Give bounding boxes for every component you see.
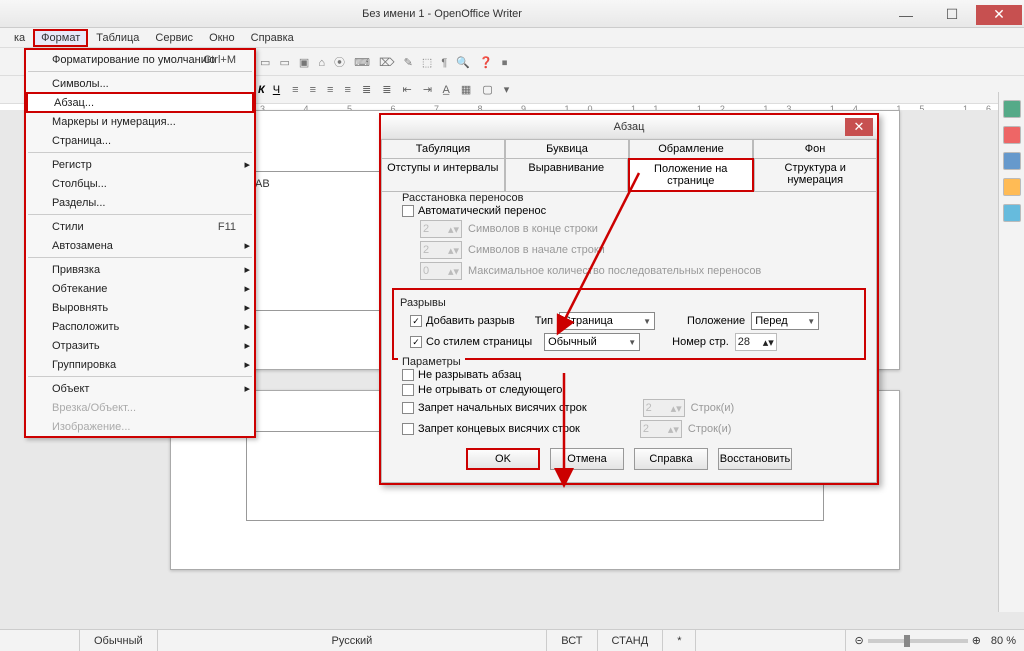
- page-style-select[interactable]: Обычный▼: [544, 333, 640, 351]
- page-text: АВ: [255, 178, 270, 190]
- menu-item-2[interactable]: Символы...: [26, 74, 254, 93]
- max-hyphen-spinner: 0▴▾: [420, 262, 462, 280]
- widow-checkbox[interactable]: Запрет концевых висячих строк: [402, 423, 580, 435]
- with-page-style-checkbox[interactable]: ✓Со стилем страницы: [410, 336, 532, 348]
- cancel-button[interactable]: Отмена: [550, 448, 624, 470]
- menu-tools[interactable]: Сервис: [147, 30, 201, 46]
- menubar: ка Формат Таблица Сервис Окно Справка: [0, 28, 1024, 48]
- status-insert: ВСТ: [547, 630, 597, 651]
- auto-hyphen-checkbox[interactable]: Автоматический перенос: [402, 205, 546, 217]
- menu-item-17[interactable]: Расположить▸: [26, 317, 254, 336]
- tab-Обрамление[interactable]: Обрамление: [629, 139, 753, 158]
- menu-item-19[interactable]: Группировка▸: [26, 355, 254, 374]
- zoom-slider[interactable]: [868, 639, 968, 643]
- status-standard: СТАНД: [598, 630, 664, 651]
- tab-Выравнивание[interactable]: Выравнивание: [505, 158, 629, 192]
- orphan-lines-spinner: 2▴▾: [643, 399, 685, 417]
- menu-item-12[interactable]: Автозамена▸: [26, 236, 254, 255]
- status-mod: *: [663, 630, 696, 651]
- menu-item-5[interactable]: Страница...: [26, 131, 254, 150]
- chars-start-spinner: 2▴▾: [420, 241, 462, 259]
- menu-help[interactable]: Справка: [243, 30, 302, 46]
- zoom-in-icon[interactable]: ⊕: [972, 634, 981, 647]
- menu-table[interactable]: Таблица: [88, 30, 147, 46]
- status-style: Обычный: [80, 630, 158, 651]
- orphan-checkbox[interactable]: Запрет начальных висячих строк: [402, 402, 587, 414]
- breaks-highlight: Разрывы ✓Добавить разрыв Тип Страница▼ П…: [392, 288, 866, 360]
- menu-item-11[interactable]: СтилиF11: [26, 217, 254, 236]
- menu-item-23: Изображение...: [26, 417, 254, 436]
- zoom-out-icon[interactable]: ⊝: [854, 634, 863, 647]
- menu-item-22: Врезка/Объект...: [26, 398, 254, 417]
- widow-lines-spinner: 2▴▾: [640, 420, 682, 438]
- format-dropdown: Форматирование по умолчаниюCtrl+M Символы…: [24, 48, 256, 438]
- insert-break-checkbox[interactable]: ✓Добавить разрыв: [410, 315, 515, 327]
- menu-item-18[interactable]: Отразить▸: [26, 336, 254, 355]
- window-titlebar: Без имени 1 - OpenOffice Writer — ☐ ✕: [0, 0, 1024, 28]
- ok-button[interactable]: OK: [466, 448, 540, 470]
- dialog-tabs-row1: ТабуляцияБуквицаОбрамлениеФон: [381, 139, 877, 158]
- menu-item-3[interactable]: Абзац...: [26, 92, 254, 113]
- window-title: Без имени 1 - OpenOffice Writer: [0, 8, 884, 20]
- chars-end-spinner: 2▴▾: [420, 220, 462, 238]
- sidebar-right: [998, 92, 1024, 612]
- break-type-select[interactable]: Страница▼: [559, 312, 655, 330]
- statusbar: Обычный Русский ВСТ СТАНД * ⊝ ⊕ 80 %: [0, 629, 1024, 651]
- menu-item-0[interactable]: Форматирование по умолчаниюCtrl+M: [26, 50, 254, 69]
- menu-item-9[interactable]: Разделы...: [26, 193, 254, 212]
- minimize-button[interactable]: —: [884, 5, 928, 25]
- tab-Отступы и интервалы[interactable]: Отступы и интервалы: [381, 158, 505, 192]
- tab-Фон[interactable]: Фон: [753, 139, 877, 158]
- menu-item-14[interactable]: Привязка▸: [26, 260, 254, 279]
- status-language: Русский: [158, 630, 548, 651]
- dialog-titlebar: Абзац ✕: [381, 115, 877, 139]
- tab-Структура и нумерация[interactable]: Структура и нумерация: [754, 158, 878, 192]
- keep-with-next-checkbox[interactable]: Не отрывать от следующего: [402, 384, 562, 396]
- reset-button[interactable]: Восстановить: [718, 448, 792, 470]
- tab-Табуляция[interactable]: Табуляция: [381, 139, 505, 158]
- menu-item-4[interactable]: Маркеры и нумерация...: [26, 112, 254, 131]
- tab-Буквица[interactable]: Буквица: [505, 139, 629, 158]
- keep-together-checkbox[interactable]: Не разрывать абзац: [402, 369, 521, 381]
- menu-item-16[interactable]: Выровнять▸: [26, 298, 254, 317]
- menu-item-15[interactable]: Обтекание▸: [26, 279, 254, 298]
- menu-window[interactable]: Окно: [201, 30, 243, 46]
- menu-format[interactable]: Формат: [33, 29, 88, 47]
- hyphenation-legend: Расстановка переносов: [398, 192, 527, 204]
- page-number-spinner[interactable]: 28▴▾: [735, 333, 777, 351]
- menu-item-8[interactable]: Столбцы...: [26, 174, 254, 193]
- menu-item-7[interactable]: Регистр▸: [26, 155, 254, 174]
- close-button[interactable]: ✕: [976, 5, 1022, 25]
- menu-item-21[interactable]: Объект▸: [26, 379, 254, 398]
- dialog-close-button[interactable]: ✕: [845, 118, 873, 136]
- paragraph-dialog: Абзац ✕ ТабуляцияБуквицаОбрамлениеФон От…: [379, 113, 879, 485]
- options-group: Параметры Не разрывать абзац Не отрывать…: [392, 364, 866, 438]
- dialog-title: Абзац: [614, 121, 645, 133]
- tab-Положение на странице[interactable]: Положение на странице: [628, 158, 754, 192]
- hyphenation-group: Расстановка переносов Автоматический пер…: [392, 200, 866, 280]
- menu-truncated[interactable]: ка: [6, 30, 33, 46]
- help-button[interactable]: Справка: [634, 448, 708, 470]
- zoom-value: 80 %: [991, 635, 1016, 647]
- maximize-button[interactable]: ☐: [930, 5, 974, 25]
- dialog-tabs-row2: Отступы и интервалыВыравниваниеПоложение…: [381, 158, 877, 192]
- break-position-select[interactable]: Перед▼: [751, 312, 819, 330]
- options-legend: Параметры: [398, 356, 465, 368]
- breaks-legend: Разрывы: [400, 297, 446, 309]
